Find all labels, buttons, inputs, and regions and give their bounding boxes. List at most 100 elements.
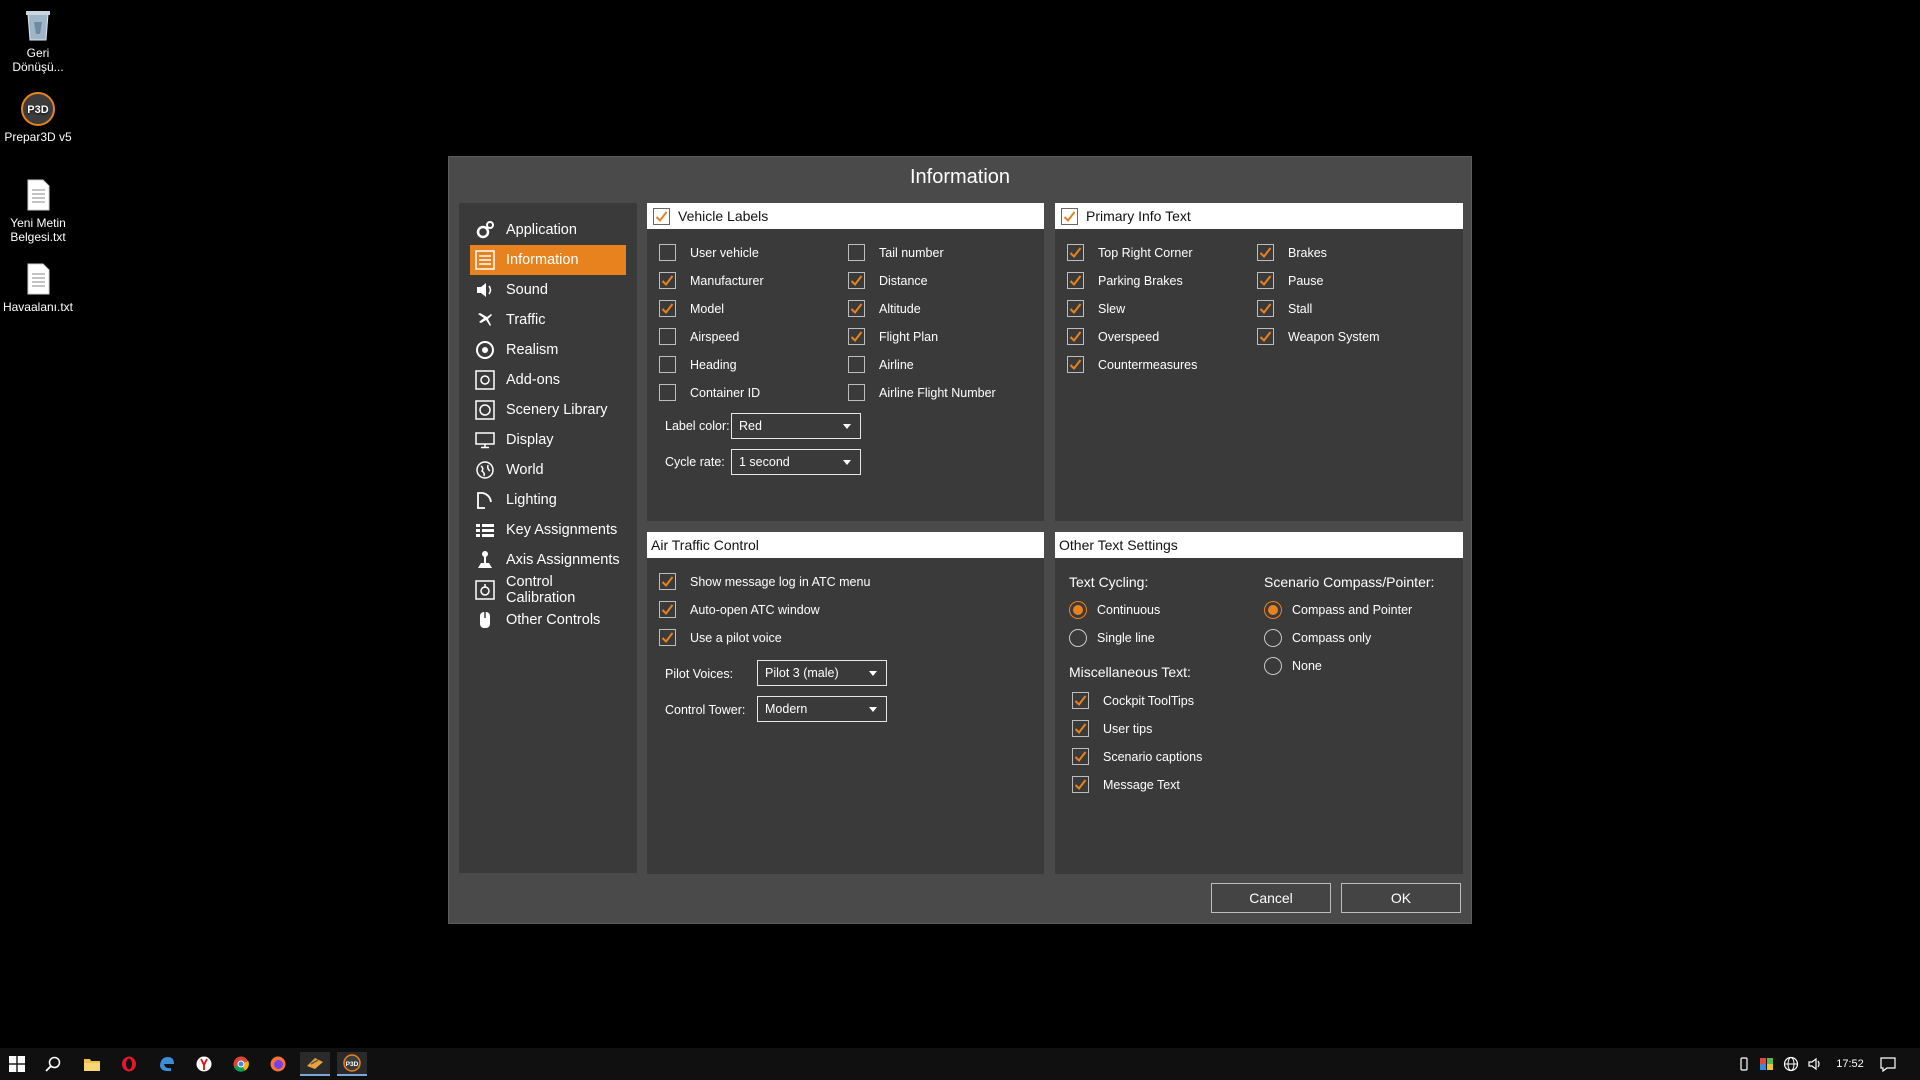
desktop-icon-recycle-bin[interactable]: Geri Dönüşü... — [0, 8, 76, 74]
checkbox[interactable] — [1067, 272, 1084, 289]
ok-button[interactable]: OK — [1341, 883, 1461, 913]
option-airline-flight-number[interactable]: Airline Flight Number — [848, 384, 996, 401]
checkbox[interactable] — [1257, 272, 1274, 289]
option-altitude[interactable]: Altitude — [848, 300, 921, 317]
tray-network-icon[interactable] — [1782, 1054, 1800, 1074]
checkbox[interactable] — [1072, 720, 1089, 737]
primary-info-header[interactable]: Primary Info Text — [1055, 203, 1463, 229]
checkbox[interactable] — [1257, 244, 1274, 261]
search-button[interactable] — [38, 1052, 68, 1076]
checkbox[interactable] — [659, 601, 676, 618]
cancel-button[interactable]: Cancel — [1211, 883, 1331, 913]
checkbox[interactable] — [848, 300, 865, 317]
radio-button[interactable] — [1264, 601, 1282, 619]
nav-item-display[interactable]: Display — [470, 425, 626, 455]
radio-button[interactable] — [1264, 657, 1282, 675]
checkbox[interactable] — [848, 244, 865, 261]
radio-compass-and-pointer[interactable]: Compass and Pointer — [1264, 601, 1412, 619]
nav-item-information[interactable]: Information — [470, 245, 626, 275]
radio-button[interactable] — [1069, 629, 1087, 647]
nav-item-traffic[interactable]: Traffic — [470, 305, 626, 335]
option-use-pilot-voice[interactable]: Use a pilot voice — [659, 629, 782, 646]
option-auto-open-atc[interactable]: Auto-open ATC window — [659, 601, 820, 618]
checkbox[interactable] — [1072, 692, 1089, 709]
taskbar-edge[interactable] — [152, 1052, 182, 1076]
checkbox[interactable] — [659, 573, 676, 590]
nav-item-key-assignments[interactable]: Key Assignments — [470, 515, 626, 545]
checkbox[interactable] — [1072, 776, 1089, 793]
option-pause[interactable]: Pause — [1257, 272, 1323, 289]
option-message-text[interactable]: Message Text — [1072, 776, 1180, 793]
control-tower-dropdown[interactable]: Modern — [757, 696, 887, 722]
option-heading[interactable]: Heading — [659, 356, 737, 373]
checkbox[interactable] — [1067, 328, 1084, 345]
desktop-icon-text-file-2[interactable]: Havaalanı.txt — [0, 262, 76, 314]
taskbar-firefox[interactable] — [263, 1052, 293, 1076]
radio-button[interactable] — [1264, 629, 1282, 647]
option-user-vehicle[interactable]: User vehicle — [659, 244, 759, 261]
radio-continuous[interactable]: Continuous — [1069, 601, 1160, 619]
checkbox[interactable] — [848, 328, 865, 345]
option-parking-brakes[interactable]: Parking Brakes — [1067, 272, 1183, 289]
checkbox[interactable] — [1072, 748, 1089, 765]
checkbox[interactable] — [1257, 328, 1274, 345]
checkbox[interactable] — [659, 356, 676, 373]
checkbox[interactable] — [1067, 244, 1084, 261]
desktop-icon-text-file[interactable]: Yeni Metin Belgesi.txt — [0, 178, 76, 244]
option-weapon-system[interactable]: Weapon System — [1257, 328, 1379, 345]
primary-info-checkbox[interactable] — [1061, 207, 1078, 225]
nav-item-realism[interactable]: Realism — [470, 335, 626, 365]
checkbox[interactable] — [659, 300, 676, 317]
tray-usb-icon[interactable] — [1736, 1054, 1752, 1074]
option-brakes[interactable]: Brakes — [1257, 244, 1327, 261]
nav-item-world[interactable]: World — [470, 455, 626, 485]
vehicle-labels-header[interactable]: Vehicle Labels — [647, 203, 1044, 229]
option-slew[interactable]: Slew — [1067, 300, 1125, 317]
nav-item-axis-assignments[interactable]: Axis Assignments — [470, 545, 626, 575]
checkbox[interactable] — [659, 384, 676, 401]
option-tail-number[interactable]: Tail number — [848, 244, 944, 261]
nav-item-add-ons[interactable]: Add-ons — [470, 365, 626, 395]
option-stall[interactable]: Stall — [1257, 300, 1312, 317]
nav-item-application[interactable]: Application — [470, 215, 626, 245]
option-container-id[interactable]: Container ID — [659, 384, 760, 401]
radio-compass-only[interactable]: Compass only — [1264, 629, 1371, 647]
option-manufacturer[interactable]: Manufacturer — [659, 272, 764, 289]
option-overspeed[interactable]: Overspeed — [1067, 328, 1159, 345]
taskbar-tool-app[interactable] — [300, 1052, 330, 1076]
checkbox[interactable] — [1067, 300, 1084, 317]
tray-volume-icon[interactable] — [1806, 1054, 1824, 1074]
option-top-right-corner[interactable]: Top Right Corner — [1067, 244, 1193, 261]
checkbox[interactable] — [1257, 300, 1274, 317]
option-airspeed[interactable]: Airspeed — [659, 328, 739, 345]
nav-item-scenery-library[interactable]: Scenery Library — [470, 395, 626, 425]
radio-single-line[interactable]: Single line — [1069, 629, 1155, 647]
cycle-rate-dropdown[interactable]: 1 second — [731, 449, 861, 475]
vehicle-labels-checkbox[interactable] — [653, 207, 670, 225]
checkbox[interactable] — [1067, 356, 1084, 373]
radio-none[interactable]: None — [1264, 657, 1322, 675]
option-cockpit-tooltips[interactable]: Cockpit ToolTips — [1072, 692, 1194, 709]
taskbar-yandex[interactable] — [189, 1052, 219, 1076]
option-show-message-log[interactable]: Show message log in ATC menu — [659, 573, 870, 590]
option-model[interactable]: Model — [659, 300, 724, 317]
nav-item-control-calibration[interactable]: Control Calibration — [470, 574, 626, 606]
nav-item-lighting[interactable]: Lighting — [470, 485, 626, 515]
pilot-voices-dropdown[interactable]: Pilot 3 (male) — [757, 660, 887, 686]
taskbar-file-explorer[interactable] — [77, 1052, 107, 1076]
option-airline[interactable]: Airline — [848, 356, 914, 373]
checkbox[interactable] — [848, 384, 865, 401]
radio-button[interactable] — [1069, 601, 1087, 619]
nav-item-sound[interactable]: Sound — [470, 275, 626, 305]
option-flight-plan[interactable]: Flight Plan — [848, 328, 938, 345]
start-button[interactable] — [2, 1052, 32, 1076]
label-color-dropdown[interactable]: Red — [731, 413, 861, 439]
taskbar-chrome[interactable] — [226, 1052, 256, 1076]
checkbox[interactable] — [659, 629, 676, 646]
checkbox[interactable] — [848, 272, 865, 289]
tray-app-icon[interactable] — [1758, 1054, 1776, 1074]
tray-notifications-icon[interactable] — [1878, 1054, 1898, 1074]
taskbar-prepar3d[interactable]: P3D — [337, 1052, 367, 1076]
taskbar-opera[interactable] — [114, 1052, 144, 1076]
option-user-tips[interactable]: User tips — [1072, 720, 1152, 737]
